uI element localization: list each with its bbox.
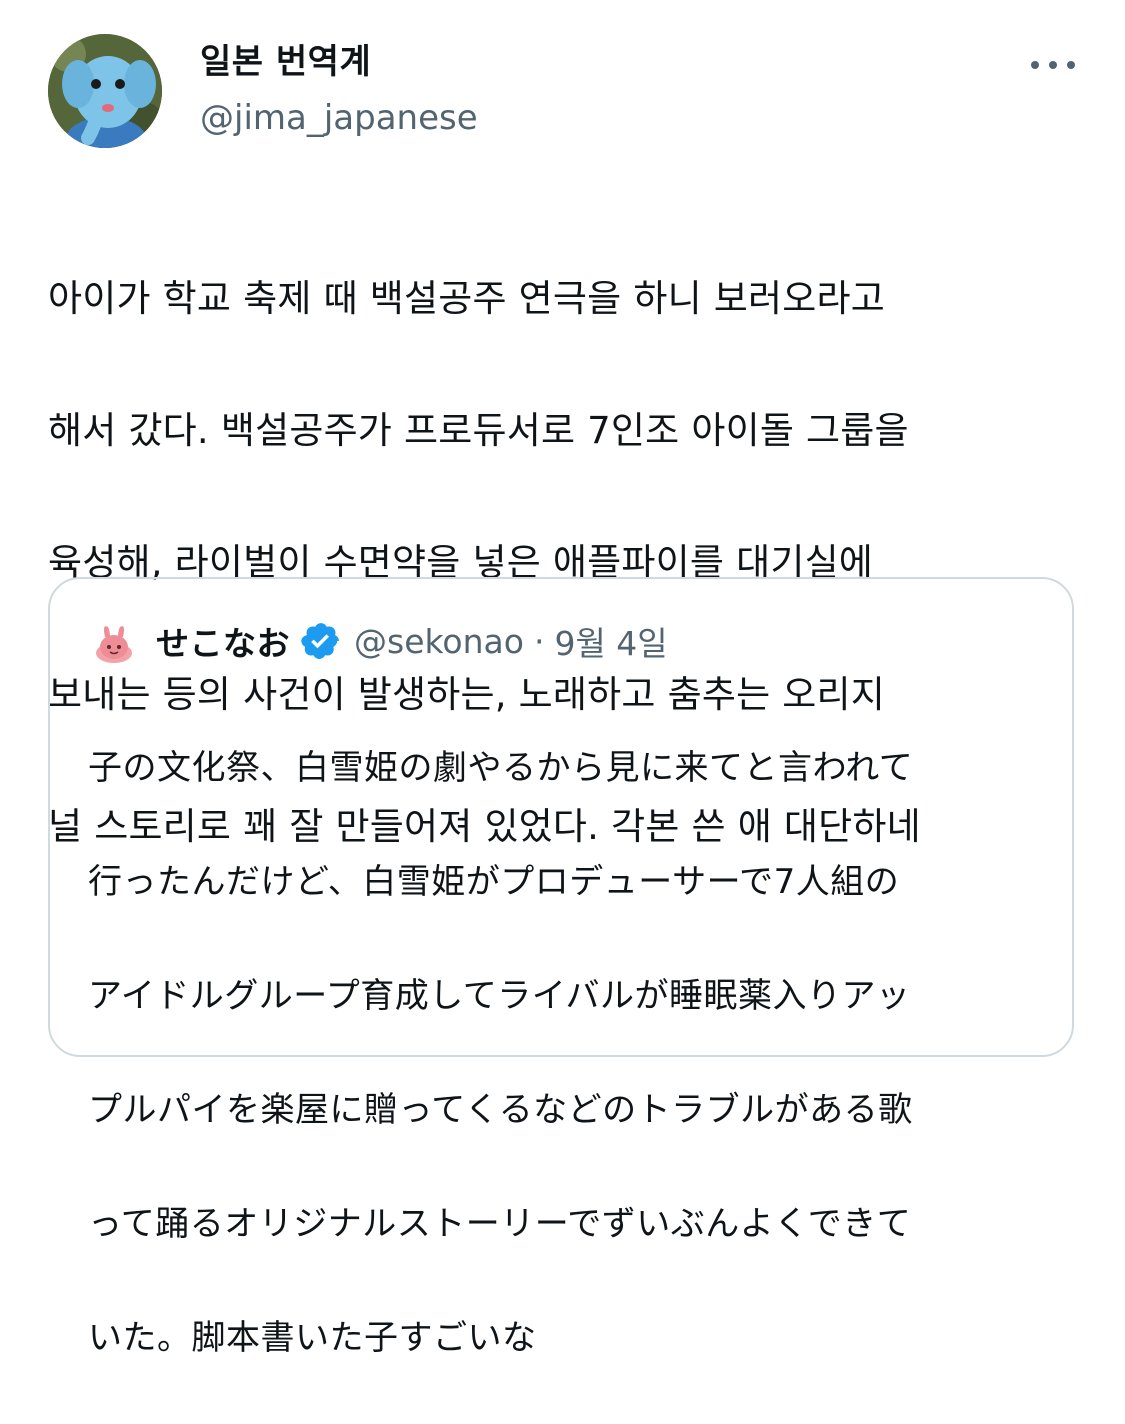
quoted-tweet-header: せこなお @sekonao · 9월 4일 — [156, 615, 668, 667]
header-separator: · — [533, 621, 545, 661]
elephant-plush-icon — [48, 34, 162, 148]
pink-character-icon[interactable] — [90, 617, 138, 665]
more-dot-icon — [1067, 61, 1075, 69]
avatar[interactable] — [48, 34, 162, 148]
quoted-text-line: って踊るオリジナルストーリーでずいぶんよくできて — [88, 1204, 912, 1244]
author-handle[interactable]: @jima_japanese — [200, 96, 478, 140]
quoted-tweet-date[interactable]: 9월 4일 — [554, 617, 667, 665]
quoted-tweet-card[interactable]: せこなお @sekonao · 9월 4일 子の文化祭、白雪姫の劇やるから見に来… — [48, 577, 1074, 1358]
verified-badge-icon — [301, 623, 339, 659]
quoted-text-line: いた。脚本書いた子すごいな — [88, 1318, 537, 1358]
author-display-name[interactable]: 일본 번역계 — [200, 40, 371, 84]
quoted-text-line: 子の文化祭、白雪姫の劇やるから見に来てと言われて — [88, 748, 914, 788]
tweet-text-line: 아이가 학교 축제 때 백설공주 연극을 하니 보러오라고 — [48, 277, 886, 320]
quoted-tweet-text: 子の文化祭、白雪姫の劇やるから見に来てと言われて 行ったんだけど、白雪姫がプロデ… — [88, 683, 1048, 1424]
more-dot-icon — [1031, 61, 1039, 69]
quoted-text-line: アイドルグループ育成してライバルが睡眠薬入りアッ — [88, 976, 911, 1016]
tweet-text-line: 해서 갔다. 백설공주가 프로듀서로 7인조 아이돌 그룹을 — [48, 409, 909, 452]
tweet: 일본 번역계 @jima_japanese 아이가 학교 축제 때 백설공주 연… — [0, 0, 1125, 1358]
quoted-author-handle[interactable]: @sekonao — [354, 622, 524, 661]
quoted-text-line: 行ったんだけど、白雪姫がプロデューサーで7人組の — [88, 862, 900, 902]
quoted-author-display-name[interactable]: せこなお — [156, 617, 290, 665]
more-options-button[interactable] — [1031, 50, 1075, 80]
more-dot-icon — [1049, 61, 1057, 69]
quoted-text-line: プルパイを楽屋に贈ってくるなどのトラブルがある歌 — [88, 1090, 913, 1130]
